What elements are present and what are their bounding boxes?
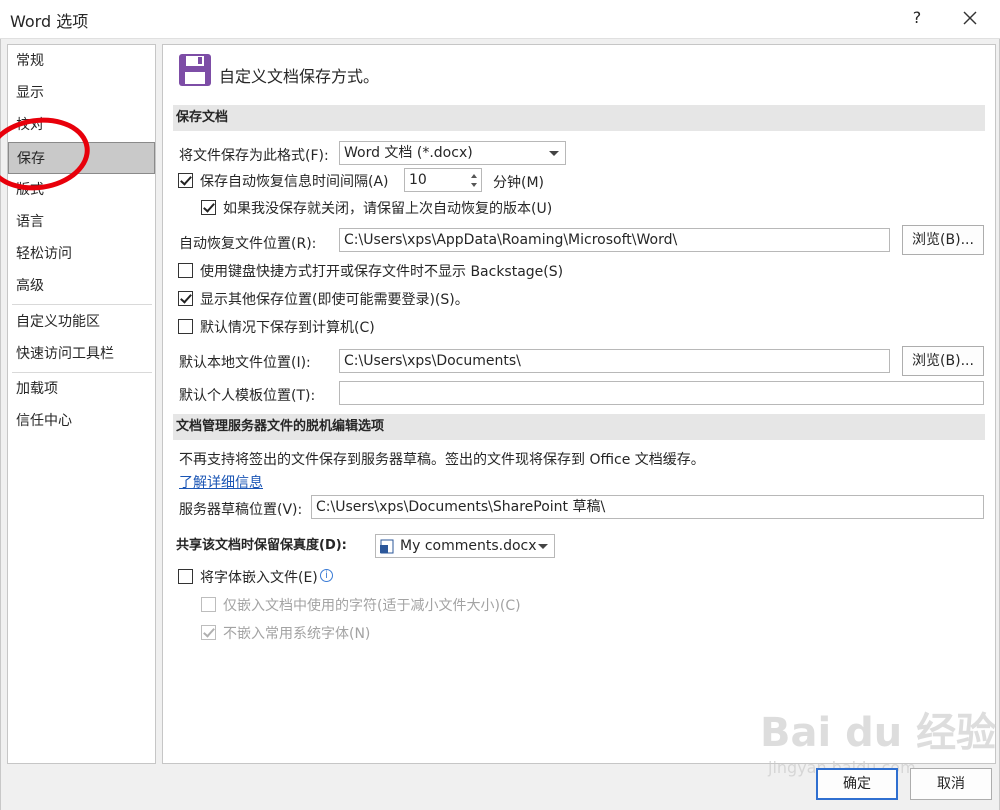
local-path-input[interactable]: C:\Users\xps\Documents\: [339, 349, 890, 373]
embed-used-chars-label: 仅嵌入文档中使用的字符(适于减小文件大小)(C): [223, 598, 521, 614]
save-options-panel: 自定义文档保存方式。 保存文档 将文件保存为此格式(F): Word 文档 (*…: [162, 44, 996, 764]
save-floppy-icon: [178, 53, 212, 91]
nav-item-language[interactable]: 语言: [8, 206, 155, 238]
autorecover-minutes-value: 10: [409, 172, 427, 188]
embed-fonts-checkbox[interactable]: [178, 569, 193, 584]
fidelity-document-select[interactable]: My comments.docx: [375, 534, 555, 558]
template-path-label: 默认个人模板位置(T):: [179, 388, 316, 404]
keep-last-version-label: 如果我没保存就关闭，请保留上次自动恢复的版本(U): [223, 201, 553, 217]
no-backstage-checkbox[interactable]: [178, 263, 193, 278]
autorecover-minutes-stepper[interactable]: 10: [404, 168, 482, 192]
chevron-down-icon: [549, 151, 559, 156]
browse-autorecover-button[interactable]: 浏览(B)...: [902, 225, 984, 255]
window-title: Word 选项: [10, 12, 89, 31]
spin-down-icon[interactable]: [471, 183, 477, 187]
template-path-input[interactable]: [339, 381, 984, 405]
info-icon[interactable]: i: [320, 569, 333, 582]
help-button[interactable]: ?: [903, 4, 931, 32]
drafts-path-label: 服务器草稿位置(V):: [179, 502, 303, 518]
browse-local-button[interactable]: 浏览(B)...: [902, 346, 984, 376]
section-save-documents: 保存文档: [173, 105, 985, 131]
autorecover-path-input[interactable]: C:\Users\xps\AppData\Roaming\Microsoft\W…: [339, 228, 890, 252]
autorecover-path-label: 自动恢复文件位置(R):: [179, 236, 317, 252]
ok-button[interactable]: 确定: [816, 768, 898, 800]
save-to-computer-label: 默认情况下保存到计算机(C): [200, 320, 375, 336]
section-fidelity: 共享该文档时保留保真度(D):: [176, 538, 347, 553]
save-format-label: 将文件保存为此格式(F):: [179, 148, 329, 164]
no-common-fonts-checkbox: [201, 625, 216, 640]
save-format-select[interactable]: Word 文档 (*.docx): [339, 141, 566, 165]
keep-last-version-checkbox[interactable]: [201, 200, 216, 215]
drafts-path-input[interactable]: C:\Users\xps\Documents\SharePoint 草稿\: [311, 495, 984, 519]
nav-item-display[interactable]: 显示: [8, 77, 155, 109]
nav-item-general[interactable]: 常规: [8, 45, 155, 77]
close-button[interactable]: [955, 4, 985, 32]
show-more-locations-checkbox[interactable]: [178, 291, 193, 306]
embed-used-chars-checkbox: [201, 597, 216, 612]
save-to-computer-checkbox[interactable]: [178, 319, 193, 334]
spin-up-icon[interactable]: [471, 174, 477, 178]
nav-item-addins[interactable]: 加载项: [8, 373, 155, 405]
autorecover-checkbox[interactable]: [178, 173, 193, 188]
baidu-watermark: Bai du 经验: [760, 710, 997, 756]
close-icon: [963, 11, 977, 25]
nav-item-accessibility[interactable]: 轻松访问: [8, 238, 155, 270]
embed-fonts-label: 将字体嵌入文件(E): [200, 570, 318, 586]
nav-item-advanced[interactable]: 高级: [8, 270, 155, 302]
autorecover-label: 保存自动恢复信息时间间隔(A): [200, 174, 389, 190]
chevron-down-icon: [538, 544, 548, 549]
nav-item-customize-ribbon[interactable]: 自定义功能区: [8, 306, 155, 338]
fidelity-document-value: My comments.docx: [400, 538, 537, 554]
no-backstage-label: 使用键盘快捷方式打开或保存文件时不显示 Backstage(S): [200, 264, 564, 280]
word-doc-icon: [380, 539, 394, 554]
title-bar: Word 选项 ?: [0, 0, 1000, 39]
minutes-unit-label: 分钟(M): [493, 175, 545, 191]
save-format-value: Word 文档 (*.docx): [344, 145, 473, 161]
nav-divider: [12, 304, 152, 305]
learn-more-link[interactable]: 了解详细信息: [179, 472, 263, 492]
no-common-fonts-label: 不嵌入常用系统字体(N): [223, 626, 371, 642]
local-path-label: 默认本地文件位置(I):: [179, 355, 311, 371]
show-more-locations-label: 显示其他保存位置(即使可能需要登录)(S)。: [200, 292, 469, 308]
nav-item-quick-access[interactable]: 快速访问工具栏: [8, 338, 155, 370]
window-border-left: [0, 0, 1, 810]
offline-note: 不再支持将签出的文件保存到服务器草稿。签出的文件现将保存到 Office 文档缓…: [179, 452, 705, 468]
cancel-button[interactable]: 取消: [910, 768, 992, 800]
nav-item-trust-center[interactable]: 信任中心: [8, 405, 155, 437]
section-offline-editing: 文档管理服务器文件的脱机编辑选项: [173, 414, 985, 440]
page-title: 自定义文档保存方式。: [219, 67, 380, 86]
